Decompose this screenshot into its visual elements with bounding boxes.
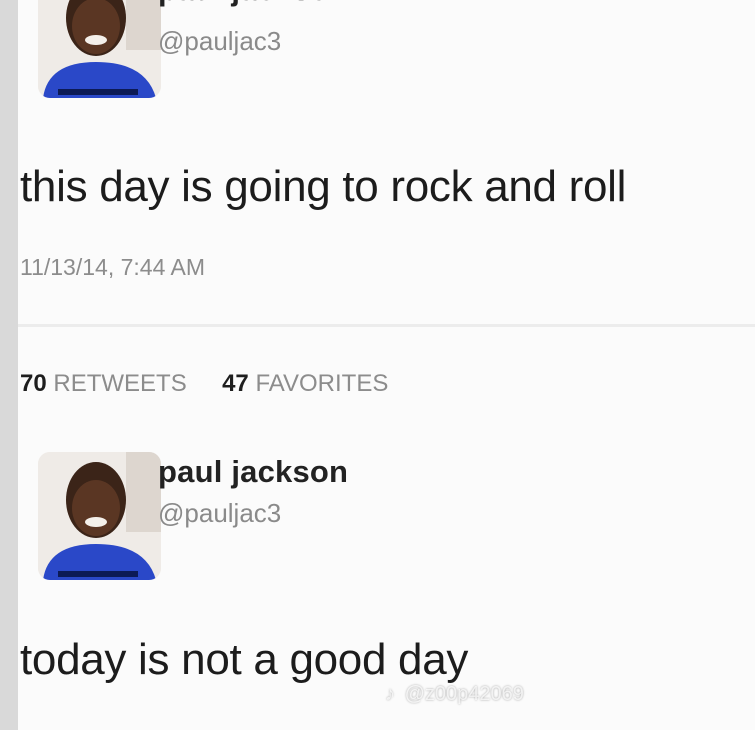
tiktok-icon: ♪ xyxy=(385,683,395,705)
screenshot-frame: paul jackson @pauljac3 this day is going… xyxy=(0,0,755,730)
tweet-1[interactable]: paul jackson @pauljac3 this day is going… xyxy=(18,0,755,330)
avatar-photo xyxy=(38,0,161,98)
user-handle[interactable]: @pauljac3 xyxy=(158,26,281,57)
tweet-stats: 70 RETWEETS 47 FAVORITES xyxy=(20,370,388,398)
left-edge-bar xyxy=(0,0,18,730)
favorites-label[interactable]: FAVORITES xyxy=(255,370,388,397)
tweet-text: this day is going to rock and roll xyxy=(20,162,627,211)
watermark-text: @z00p42069 xyxy=(404,683,524,705)
display-name[interactable]: paul jackson xyxy=(158,454,348,490)
avatar-photo xyxy=(38,452,161,580)
display-name[interactable]: paul jackson xyxy=(158,0,348,8)
avatar[interactable] xyxy=(38,452,161,580)
watermark: ♪ @z00p42069 xyxy=(385,683,524,706)
favorites-count[interactable]: 47 xyxy=(222,370,249,397)
tweet-timestamp[interactable]: 11/13/14, 7:44 AM xyxy=(20,254,205,281)
retweets-count[interactable]: 70 xyxy=(20,370,47,397)
avatar[interactable] xyxy=(38,0,161,98)
divider xyxy=(18,324,755,327)
user-handle[interactable]: @pauljac3 xyxy=(158,498,281,529)
retweets-label[interactable]: RETWEETS xyxy=(53,370,186,397)
tweet-text: today is not a good day xyxy=(20,635,469,684)
